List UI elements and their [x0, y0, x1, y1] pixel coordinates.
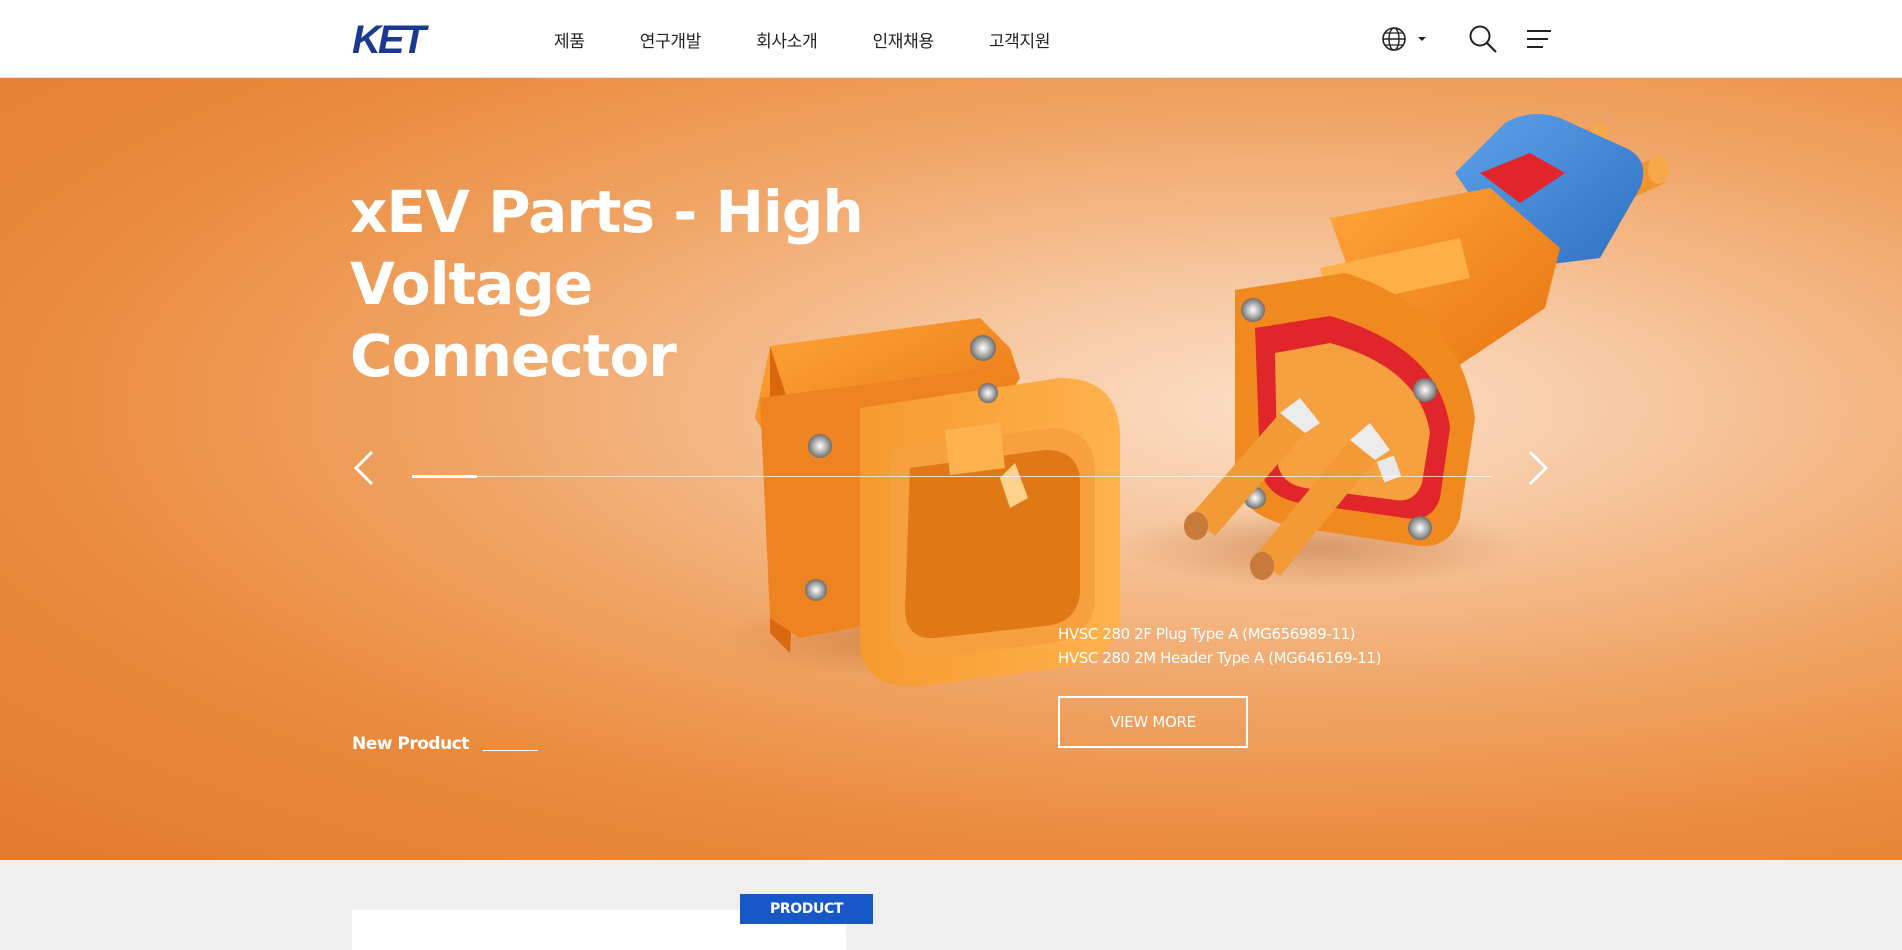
view-more-button[interactable]: VIEW MORE [1058, 696, 1248, 748]
product-badge[interactable]: PRODUCT [740, 894, 873, 924]
logo-text: KET [352, 20, 430, 58]
chevron-left-icon [353, 450, 374, 486]
slider-progress-fill [412, 475, 477, 478]
slider-progress-bar[interactable] [412, 475, 1492, 478]
ket-logo[interactable]: KET [352, 20, 440, 58]
nav-item-company[interactable]: 회사소개 [756, 27, 818, 52]
new-product-divider [483, 750, 538, 751]
nav-item-research[interactable]: 연구개발 [640, 27, 702, 52]
hero-title: xEV Parts - High Voltage Connector [350, 176, 1110, 392]
caption-line1: HVSC 280 2F Plug Type A (MG656989-11) [1058, 625, 1356, 643]
language-selector[interactable] [1380, 0, 1430, 78]
new-product-label: New Product [352, 734, 469, 754]
caret-down-icon [1418, 37, 1426, 41]
main-nav: 제품 연구개발 회사소개 인재채용 고객지원 [554, 0, 1105, 78]
product-section: PRODUCT [0, 860, 1902, 950]
menu-button[interactable] [1526, 0, 1552, 78]
search-button[interactable] [1468, 0, 1498, 78]
hero-title-line2: Connector [350, 322, 677, 390]
search-icon [1469, 25, 1497, 53]
hamburger-icon [1527, 30, 1551, 48]
nav-item-careers[interactable]: 인재채용 [872, 27, 934, 52]
site-header: KET 제품 연구개발 회사소개 인재채용 고객지원 [0, 0, 1902, 78]
hero-title-line1: xEV Parts - High Voltage [350, 178, 864, 318]
slider-prev-button[interactable] [348, 446, 384, 490]
product-caption: HVSC 280 2F Plug Type A (MG656989-11) HV… [1058, 622, 1381, 670]
nav-item-products[interactable]: 제품 [554, 27, 585, 52]
nav-item-support[interactable]: 고객지원 [989, 27, 1051, 52]
plug-connector [1184, 114, 1668, 580]
globe-icon [1382, 27, 1426, 51]
hero-slider: xEV Parts - High Voltage Connector HVSC … [0, 78, 1902, 860]
chevron-right-icon [1528, 450, 1549, 486]
caption-line2: HVSC 280 2M Header Type A (MG646169-11) [1058, 649, 1382, 667]
slider-next-button[interactable] [1518, 446, 1554, 490]
